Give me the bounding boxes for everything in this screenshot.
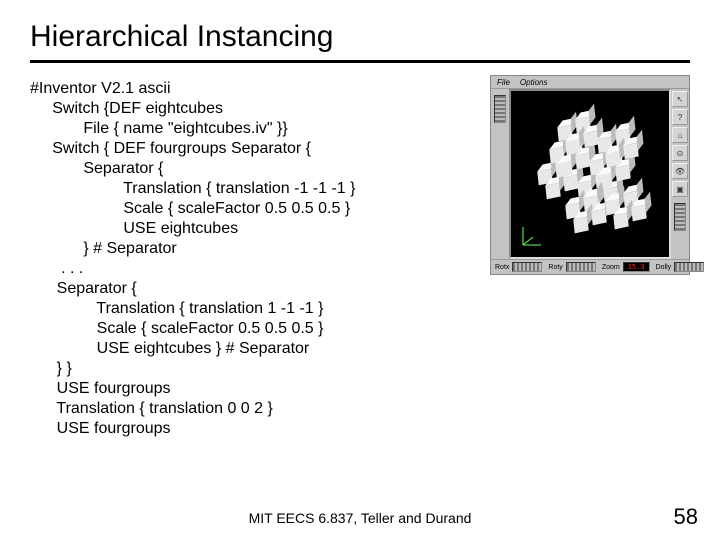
camera-icon[interactable]: ▣ xyxy=(672,181,688,197)
axes-gizmo xyxy=(519,223,545,249)
home-icon[interactable]: ⌂ xyxy=(672,127,688,143)
title-rule xyxy=(30,60,690,63)
slide-footer: MIT EECS 6.837, Teller and Durand xyxy=(0,510,720,526)
zoom-label: Zoom xyxy=(602,264,620,271)
help-icon[interactable]: ? xyxy=(672,109,688,125)
dolly-thumbwheel[interactable] xyxy=(674,262,704,272)
roty-label: Roty xyxy=(548,264,562,271)
menu-options[interactable]: Options xyxy=(520,78,548,87)
page-number: 58 xyxy=(674,504,698,530)
left-toolbar xyxy=(491,89,509,259)
rotx-thumbwheel[interactable] xyxy=(512,262,542,272)
vertical-thumbwheel-left[interactable] xyxy=(494,95,506,123)
pointer-icon[interactable]: ↖ xyxy=(672,91,688,107)
target-icon[interactable]: ⊙ xyxy=(672,145,688,161)
slide-title: Hierarchical Instancing xyxy=(30,20,690,54)
rotx-label: Rotx xyxy=(495,264,509,271)
iv-viewer-window: File Options xyxy=(490,75,690,275)
vertical-thumbwheel-right[interactable] xyxy=(674,203,686,231)
eye-icon[interactable]: 👁 xyxy=(672,163,688,179)
code-listing: #Inventor V2.1 ascii Switch {DEF eightcu… xyxy=(30,79,486,439)
viewer-main: ↖ ? ⌂ ⊙ 👁 ▣ xyxy=(491,89,689,259)
viewer-canvas[interactable] xyxy=(509,89,671,259)
viewer-menubar: File Options xyxy=(491,76,689,89)
menu-file[interactable]: File xyxy=(497,78,510,87)
roty-thumbwheel[interactable] xyxy=(566,262,596,272)
viewer-statusbar: Rotx Roty Zoom 15.3 Dolly xyxy=(491,259,689,274)
slide: Hierarchical Instancing #Inventor V2.1 a… xyxy=(0,0,720,540)
slide-body: #Inventor V2.1 ascii Switch {DEF eightcu… xyxy=(30,79,690,439)
right-toolbar: ↖ ? ⌂ ⊙ 👁 ▣ xyxy=(671,89,689,259)
dolly-label: Dolly xyxy=(656,264,672,271)
zoom-readout: 15.3 xyxy=(623,262,650,272)
